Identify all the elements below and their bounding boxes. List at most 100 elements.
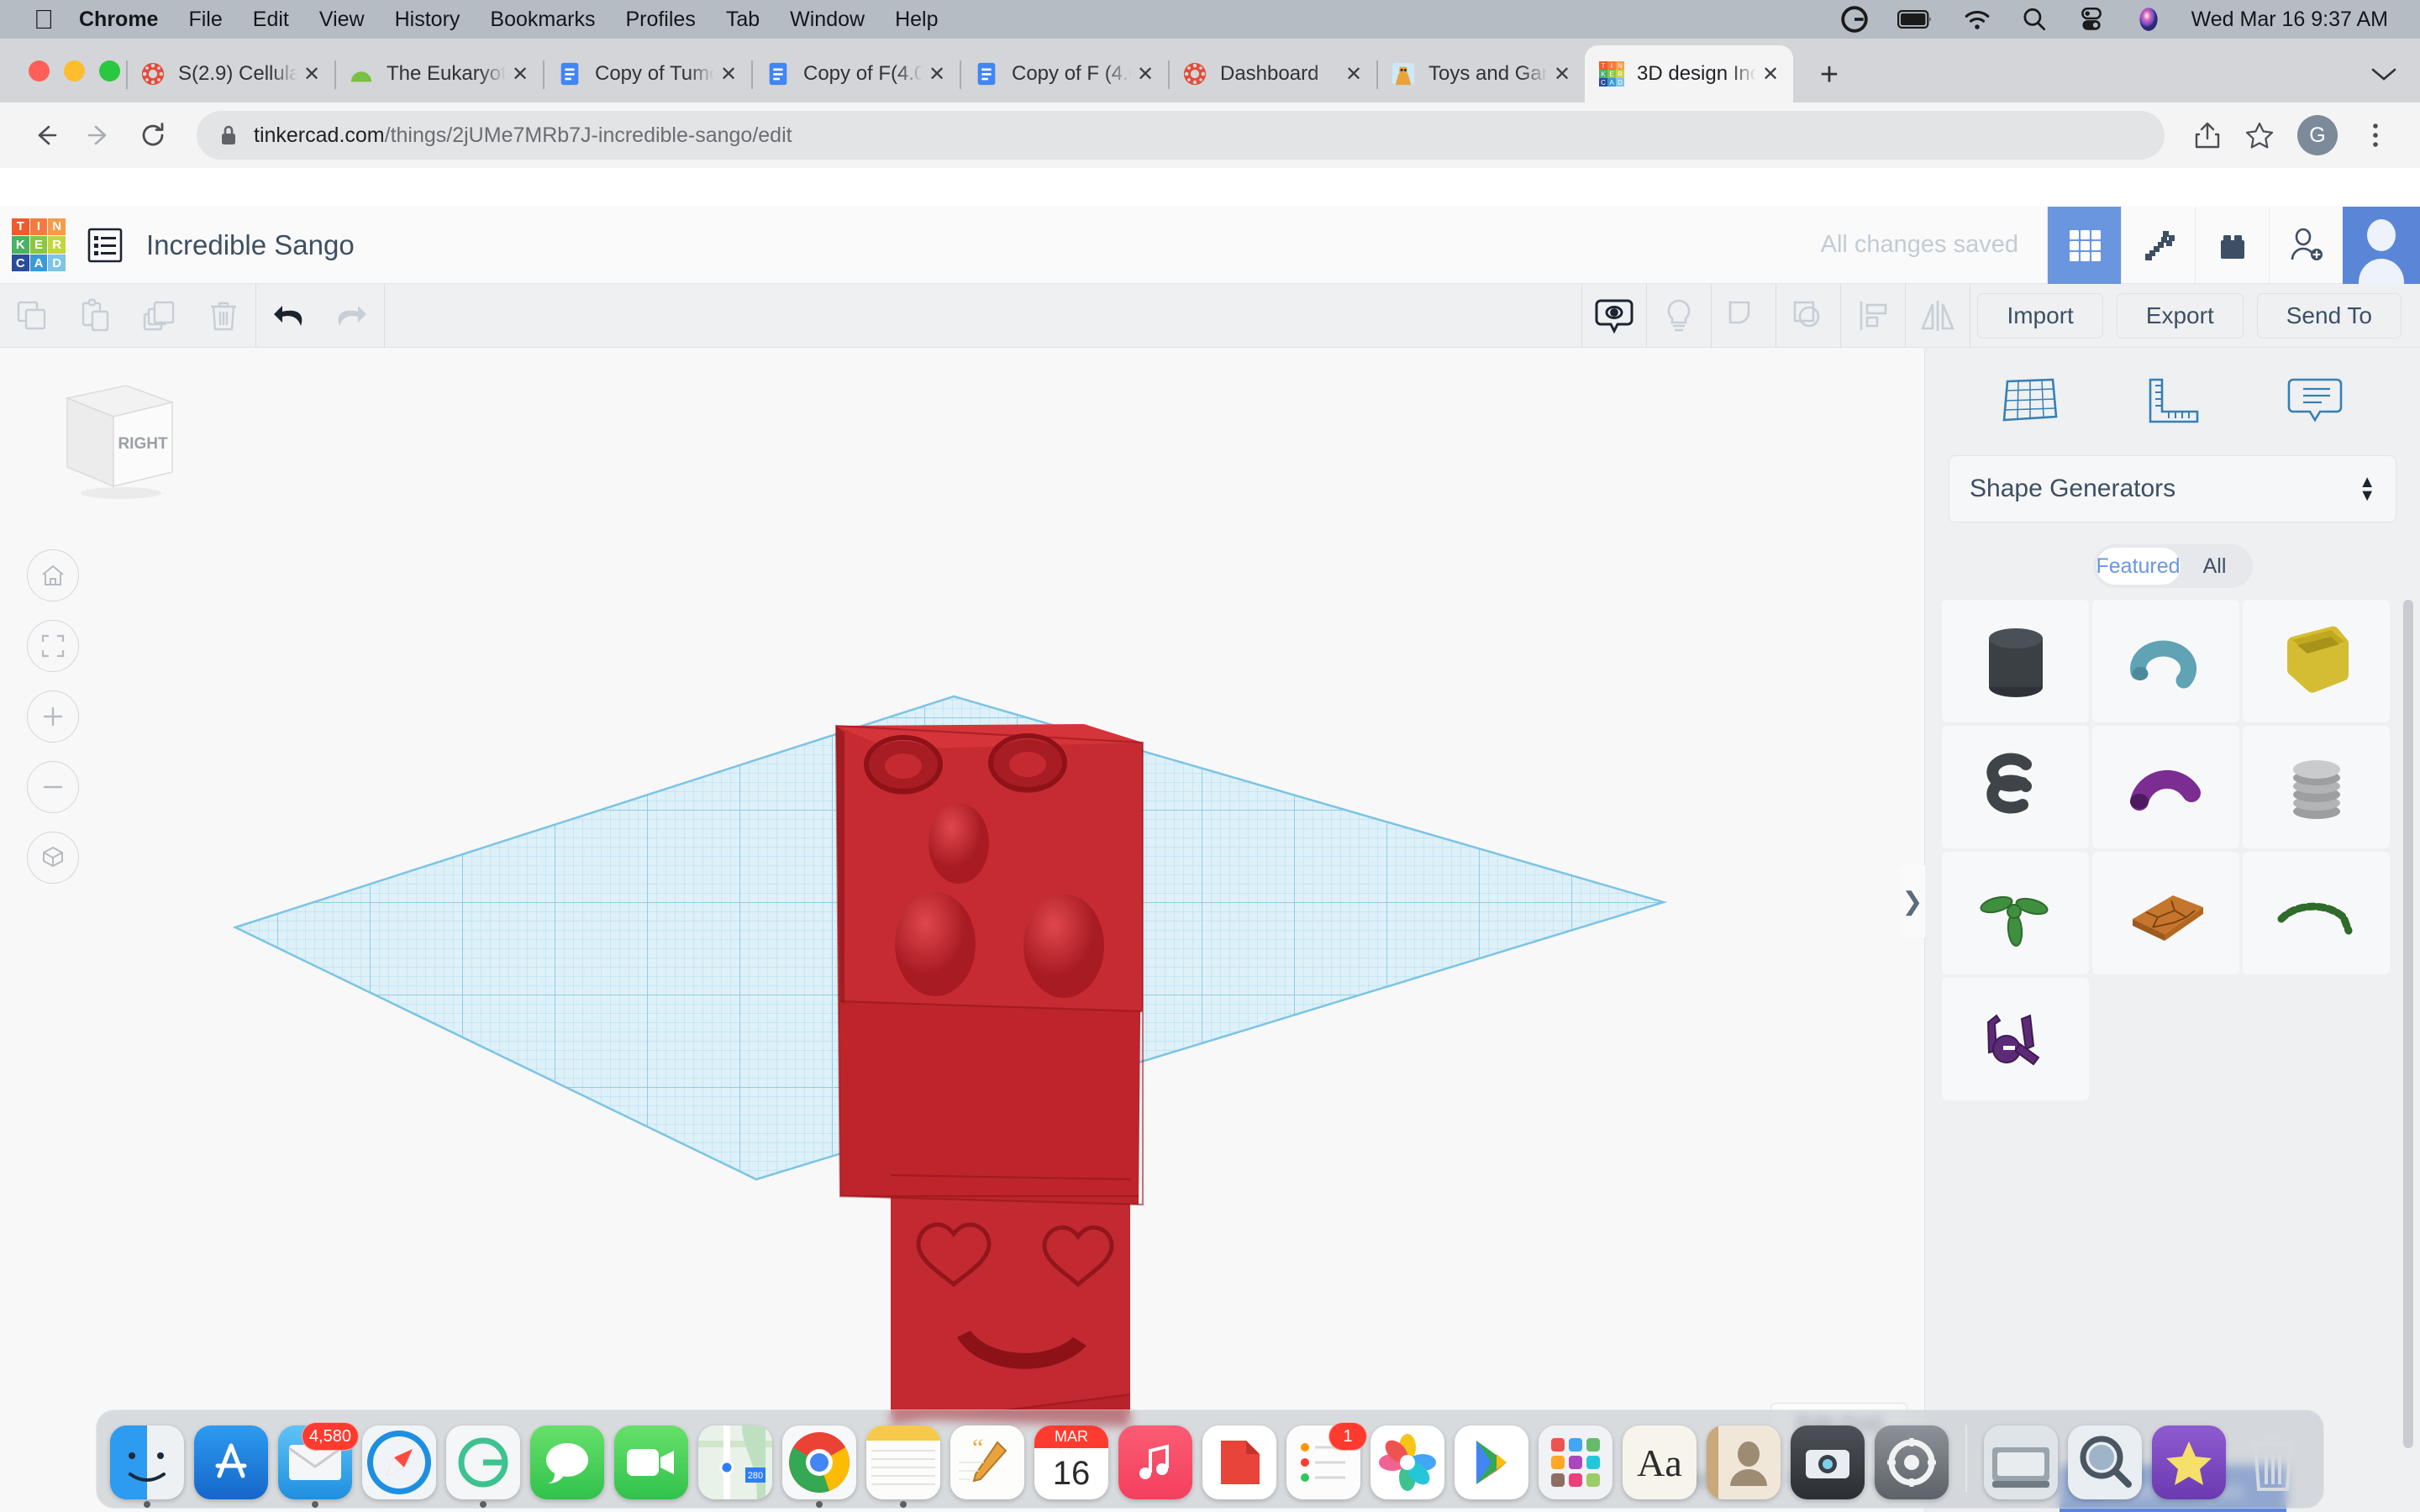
dock-item-preview-file[interactable]	[2068, 1425, 2142, 1499]
shape-tile-torus-arc[interactable]	[2092, 600, 2239, 722]
bookmark-star-icon[interactable]	[2237, 113, 2282, 158]
dock-item-notes[interactable]	[866, 1425, 940, 1508]
ruler-icon[interactable]	[2133, 370, 2211, 431]
zoom-out-icon[interactable]	[27, 761, 79, 813]
kebab-menu-icon[interactable]	[2353, 113, 2398, 158]
dock-item-app-store[interactable]	[194, 1425, 268, 1499]
bricks-icon[interactable]	[2195, 206, 2269, 284]
dock-item-grammarly[interactable]	[446, 1425, 520, 1508]
view-cube[interactable]: RIGHT	[34, 373, 185, 507]
home-view-icon[interactable]	[27, 549, 79, 601]
shape-tile-elbow-tube[interactable]	[2092, 726, 2239, 848]
apple-logo-icon[interactable]: 	[34, 6, 54, 33]
menu-item-view[interactable]: View	[319, 8, 365, 32]
panel-collapse-chevron-right-icon[interactable]: ❯	[1900, 865, 1925, 937]
dock-item-launchpad[interactable]	[1539, 1425, 1612, 1499]
invite-person-icon[interactable]	[2269, 206, 2343, 284]
light-bulb-icon[interactable]	[1647, 284, 1711, 348]
browser-tab-7-active[interactable]: T I N K E R C A D 3D design Incre ✕	[1585, 45, 1793, 102]
dock-item-photos[interactable]	[1370, 1425, 1444, 1499]
tab-search-chevron-down-icon[interactable]	[2370, 63, 2398, 89]
tab-close-icon[interactable]: ✕	[1339, 60, 1368, 88]
menu-item-file[interactable]: File	[188, 8, 222, 32]
menu-item-edit[interactable]: Edit	[253, 8, 289, 32]
menu-item-history[interactable]: History	[395, 8, 460, 32]
wifi-icon[interactable]	[1963, 5, 1991, 34]
avatar[interactable]	[2343, 206, 2420, 284]
orthographic-view-icon[interactable]	[27, 832, 79, 884]
tab-close-icon[interactable]: ✕	[1131, 60, 1160, 88]
tinkercad-logo-icon[interactable]: T I N K E R C A D	[12, 218, 66, 272]
menu-item-window[interactable]: Window	[790, 8, 865, 32]
menu-item-tab[interactable]: Tab	[726, 8, 760, 32]
dock-item-dictionary[interactable]: Aa	[1623, 1425, 1697, 1499]
tab-close-icon[interactable]: ✕	[1548, 60, 1576, 88]
siri-icon[interactable]	[2134, 5, 2163, 34]
3d-viewport[interactable]: RIGHT	[0, 348, 1924, 1512]
dock-item-music[interactable]	[1118, 1425, 1192, 1499]
segment-all[interactable]: All	[2181, 548, 2249, 585]
dock-item-star-app[interactable]	[2152, 1425, 2226, 1499]
dock-item-system-preferences[interactable]	[1875, 1425, 1949, 1499]
paste-icon[interactable]	[64, 284, 128, 348]
maximize-window-button[interactable]	[99, 60, 120, 81]
import-button[interactable]: Import	[1977, 292, 2103, 339]
tab-close-icon[interactable]: ✕	[297, 60, 326, 88]
menu-item-bookmarks[interactable]: Bookmarks	[490, 8, 595, 32]
browser-tab-3[interactable]: Copy of F(4.0)a ✕	[751, 45, 960, 102]
dock-item-facetime[interactable]	[614, 1425, 688, 1499]
show-hide-icon[interactable]	[1582, 284, 1646, 348]
segment-featured[interactable]: Featured	[2096, 548, 2181, 585]
new-tab-button[interactable]: +	[1805, 50, 1854, 99]
dock-item-maps[interactable]: 280	[698, 1425, 772, 1499]
shape-tile-propeller[interactable]	[1942, 852, 2089, 974]
tab-close-icon[interactable]: ✕	[506, 60, 534, 88]
redo-icon[interactable]	[320, 284, 384, 348]
reload-button[interactable]	[129, 112, 176, 159]
shape-tile-stone-tile[interactable]	[2092, 852, 2239, 974]
codeblocks-icon[interactable]	[2121, 206, 2195, 284]
minimize-window-button[interactable]	[64, 60, 85, 81]
mirror-icon[interactable]	[1906, 284, 1970, 348]
shape-tile-chain-arc[interactable]	[2243, 852, 2390, 974]
spotlight-search-icon[interactable]	[2020, 5, 2049, 34]
tab-close-icon[interactable]: ✕	[1756, 60, 1785, 88]
menu-item-help[interactable]: Help	[895, 8, 938, 32]
menubar-clock[interactable]: Wed Mar 16 9:37 AM	[2191, 8, 2388, 32]
group-icon[interactable]	[1712, 284, 1776, 348]
blocks-grid-icon[interactable]	[2047, 206, 2121, 284]
dock-item-stickies[interactable]: “	[950, 1425, 1024, 1499]
tab-close-icon[interactable]: ✕	[714, 60, 743, 88]
menu-item-chrome[interactable]: Chrome	[79, 8, 158, 32]
undo-icon[interactable]	[256, 284, 320, 348]
dock-item-chrome[interactable]	[782, 1425, 856, 1508]
browser-tab-5[interactable]: Dashboard ✕	[1168, 45, 1376, 102]
address-bar[interactable]: tinkercad.com/things/2jUMe7MRb7J-incredi…	[197, 111, 2165, 160]
close-window-button[interactable]	[29, 60, 50, 81]
dock-item-notability[interactable]	[1202, 1425, 1276, 1499]
page-title[interactable]: Incredible Sango	[146, 229, 355, 261]
battery-icon[interactable]	[1897, 5, 1934, 34]
back-button[interactable]	[22, 112, 69, 159]
chrome-profile-avatar[interactable]: G	[2297, 115, 2338, 155]
document-list-icon[interactable]	[86, 226, 124, 265]
grammarly-icon[interactable]	[1840, 5, 1869, 34]
3d-scene[interactable]	[0, 348, 1924, 1512]
browser-tab-0[interactable]: S(2.9) Cellular R ✕	[126, 45, 334, 102]
control-center-icon[interactable]	[2077, 5, 2106, 34]
align-icon[interactable]	[1841, 284, 1905, 348]
shape-category-select[interactable]: Shape Generators ▲ ▼	[1949, 455, 2396, 522]
browser-tab-4[interactable]: Copy of F (4.0a) ✕	[960, 45, 1168, 102]
forward-button[interactable]	[76, 112, 123, 159]
browser-tab-6[interactable]: Toys and Games ✕	[1376, 45, 1585, 102]
dock-item-messages[interactable]	[530, 1425, 604, 1499]
ungroup-icon[interactable]	[1776, 284, 1840, 348]
zoom-in-icon[interactable]	[27, 690, 79, 743]
tab-close-icon[interactable]: ✕	[923, 60, 951, 88]
shape-tile-stacked-discs[interactable]	[2243, 726, 2390, 848]
panel-scrollbar[interactable]	[2403, 600, 2413, 1448]
browser-tab-1[interactable]: The Eukaryotic C ✕	[334, 45, 543, 102]
menu-item-profiles[interactable]: Profiles	[625, 8, 695, 32]
dock-item-calendar[interactable]: MAR 16	[1034, 1425, 1108, 1499]
fit-to-view-icon[interactable]	[27, 620, 79, 672]
